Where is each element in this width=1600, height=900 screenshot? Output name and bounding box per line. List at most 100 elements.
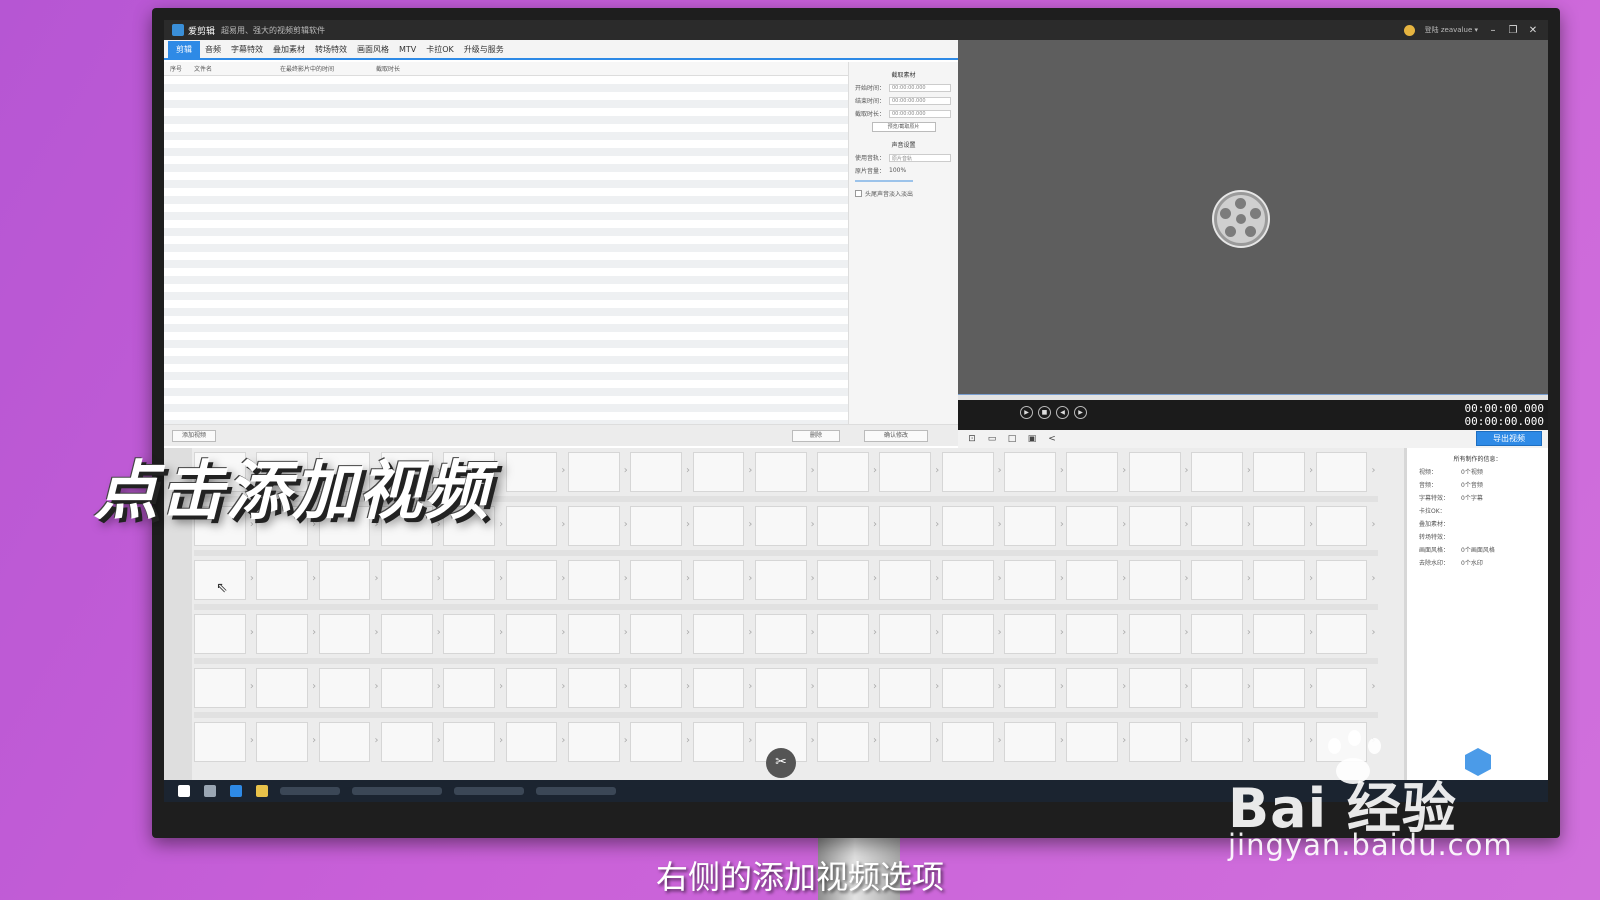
timeline-slot[interactable] <box>1128 722 1188 762</box>
timeline-slot[interactable] <box>1315 668 1375 708</box>
timeline-slot[interactable] <box>1315 452 1375 492</box>
share-icon[interactable]: < <box>1046 434 1058 444</box>
timeline-slot[interactable] <box>754 614 814 654</box>
timeline-slot[interactable] <box>692 560 752 600</box>
tab-karaoke[interactable]: 卡拉OK <box>421 44 459 55</box>
timeline-slot[interactable] <box>318 614 378 654</box>
timeline-slot[interactable] <box>692 506 752 546</box>
timeline-slot[interactable] <box>692 614 752 654</box>
timeline-slot[interactable] <box>1315 506 1375 546</box>
timeline-slot[interactable] <box>879 506 939 546</box>
timeline-slot[interactable] <box>505 722 565 762</box>
timeline-slot[interactable] <box>380 560 441 600</box>
prev-frame-icon[interactable]: ◀ <box>1056 406 1069 419</box>
timeline-slot[interactable] <box>1128 506 1188 546</box>
timeline-slot[interactable] <box>754 668 814 708</box>
timeline-slot[interactable] <box>505 506 565 546</box>
timeline-slot[interactable] <box>1066 614 1126 654</box>
column-duration[interactable]: 截取时长 <box>370 64 450 73</box>
timeline-slot[interactable] <box>754 560 814 600</box>
timeline-slot[interactable] <box>1128 452 1188 492</box>
timeline-slot[interactable] <box>1004 668 1064 708</box>
column-timeline-position[interactable]: 在最终影片中的时间 <box>274 64 370 73</box>
timeline-slot[interactable] <box>941 560 1001 600</box>
timeline-slot[interactable] <box>256 722 316 762</box>
timeline-slot[interactable] <box>567 452 627 492</box>
timeline-slot[interactable] <box>1004 722 1064 762</box>
timeline-slot[interactable] <box>1004 506 1064 546</box>
timeline-slot[interactable] <box>941 614 1001 654</box>
timeline-slot[interactable] <box>1191 560 1251 600</box>
timeline-slot[interactable] <box>1066 722 1126 762</box>
timeline-slot[interactable] <box>1066 560 1126 600</box>
timeline-slot[interactable] <box>505 560 565 600</box>
timeline-slot[interactable] <box>941 722 1001 762</box>
tab-subtitle-effects[interactable]: 字幕特效 <box>226 44 268 55</box>
timeline-slot[interactable] <box>1066 452 1126 492</box>
user-name[interactable]: 登陆 zeavalue ▾ <box>1425 25 1478 35</box>
timeline-slot[interactable] <box>630 560 690 600</box>
timeline-slot[interactable] <box>879 614 939 654</box>
timeline-slot[interactable] <box>941 506 1001 546</box>
timeline-slot[interactable] <box>1253 614 1313 654</box>
minimize-icon[interactable]: – <box>1488 25 1498 36</box>
timeline-slot[interactable] <box>1066 506 1126 546</box>
timeline-slot[interactable] <box>1315 614 1375 654</box>
timeline-slot[interactable] <box>1128 668 1188 708</box>
timeline-slot[interactable] <box>692 668 752 708</box>
timeline-slot[interactable] <box>567 614 627 654</box>
timeline-slot[interactable] <box>879 452 939 492</box>
timeline-slot[interactable] <box>443 668 503 708</box>
open-folder-icon[interactable]: ▭ <box>986 434 998 444</box>
timeline-slot[interactable] <box>318 560 378 600</box>
timeline-slot[interactable] <box>1004 614 1064 654</box>
timeline-slot[interactable] <box>443 722 503 762</box>
timeline-slot[interactable] <box>817 668 877 708</box>
timeline-slot[interactable] <box>505 668 565 708</box>
tab-overlay[interactable]: 叠加素材 <box>268 44 310 55</box>
timeline-slot[interactable] <box>443 614 503 654</box>
timeline-slot[interactable] <box>879 722 939 762</box>
timeline-slot[interactable] <box>630 614 690 654</box>
timeline-slot[interactable] <box>941 452 1001 492</box>
timeline-slot[interactable] <box>1191 722 1251 762</box>
file-list[interactable] <box>164 76 848 424</box>
tab-transitions[interactable]: 转场特效 <box>310 44 352 55</box>
app-badge-icon[interactable] <box>1465 748 1491 776</box>
timeline-slot[interactable] <box>1253 722 1313 762</box>
timeline-slot[interactable] <box>817 722 877 762</box>
start-icon[interactable] <box>178 785 190 797</box>
timeline-slot[interactable] <box>941 668 1001 708</box>
fullscreen-icon[interactable]: ⊡ <box>966 434 978 444</box>
timeline-slot[interactable] <box>1253 506 1313 546</box>
timeline-slot[interactable] <box>754 452 814 492</box>
timeline-slot[interactable] <box>194 614 254 654</box>
timeline-slot[interactable] <box>194 668 254 708</box>
timeline-slot[interactable] <box>879 668 939 708</box>
duration-field[interactable]: 00:00:00.000 <box>889 109 951 118</box>
timeline-slot[interactable] <box>1253 668 1313 708</box>
timeline-slot[interactable] <box>817 614 877 654</box>
timeline-slot[interactable] <box>1004 452 1064 492</box>
timeline-slot[interactable] <box>256 668 316 708</box>
stop-icon[interactable]: ■ <box>1038 406 1051 419</box>
close-icon[interactable]: ✕ <box>1528 25 1538 36</box>
timeline-slot[interactable] <box>754 506 814 546</box>
tab-audio[interactable]: 音频 <box>200 44 226 55</box>
track-select[interactable]: 原片音轨 <box>889 153 951 162</box>
timeline-slot[interactable] <box>505 614 565 654</box>
timeline-slot[interactable] <box>1191 506 1251 546</box>
timeline-slot[interactable] <box>567 506 627 546</box>
column-filename[interactable]: 文件名 <box>188 64 274 73</box>
timeline-slot[interactable] <box>256 614 316 654</box>
video-preview[interactable] <box>958 40 1548 394</box>
timeline-slot[interactable] <box>630 506 690 546</box>
timeline-slot[interactable] <box>817 506 877 546</box>
save-icon[interactable]: ▣ <box>1026 434 1038 444</box>
export-video-button[interactable]: 导出视频 <box>1476 431 1542 446</box>
scissors-icon[interactable]: ✂ <box>766 748 796 778</box>
timeline-slot[interactable] <box>817 452 877 492</box>
timeline-slot[interactable] <box>1128 560 1188 600</box>
timeline-slot[interactable] <box>1191 452 1251 492</box>
tab-clip[interactable]: 剪辑 <box>168 40 200 58</box>
